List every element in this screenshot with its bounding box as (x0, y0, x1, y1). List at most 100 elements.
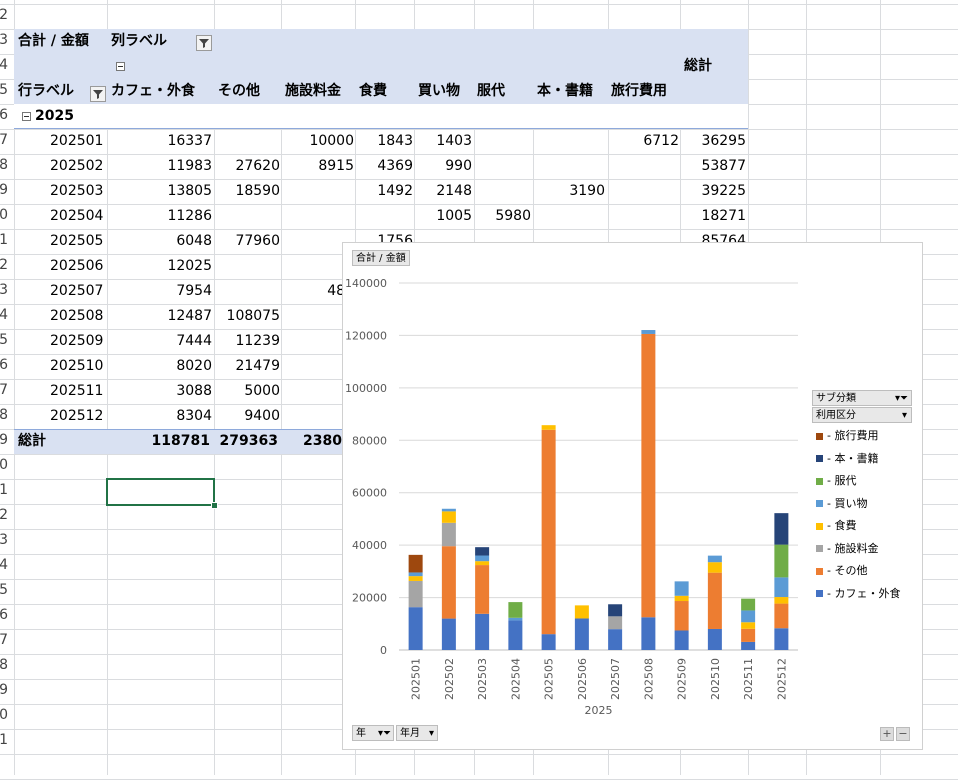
pivot-column-header[interactable]: その他 (218, 79, 260, 104)
bar-segment (774, 544, 789, 578)
bar-segment (408, 554, 423, 573)
bar-segment (508, 602, 523, 618)
bar-segment (674, 601, 689, 631)
row-number[interactable]: 4 (0, 557, 8, 573)
pivot-value-cell: 1403 (436, 133, 472, 149)
x-tick-label: 202504 (509, 658, 522, 700)
row-number[interactable]: 0 (0, 707, 8, 723)
row-number[interactable]: 7 (0, 132, 8, 148)
collapse-field-button[interactable]: − (896, 727, 910, 741)
y-tick-label: 100000 (345, 382, 387, 395)
x-tick-label: 202511 (742, 658, 755, 700)
row-number[interactable]: 6 (0, 607, 8, 623)
row-number[interactable]: 8 (0, 657, 8, 673)
pivot-sum-label[interactable]: 合計 / 金額 (18, 29, 89, 54)
pivot-column-label[interactable]: 列ラベル (111, 29, 167, 54)
row-number[interactable]: 5 (0, 582, 8, 598)
row-number[interactable]: 1 (0, 482, 8, 498)
x-tick-label: 202507 (609, 658, 622, 700)
bar-segment (641, 333, 656, 618)
legend-item[interactable]: - 旅行費用 (816, 428, 878, 444)
bar-segment (541, 634, 556, 650)
pivot-row-month: 202503 (50, 183, 104, 199)
pivot-column-header[interactable]: 買い物 (418, 79, 460, 104)
row-number[interactable]: 0 (0, 207, 8, 223)
row-number[interactable]: 9 (0, 682, 8, 698)
pivot-row-month: 202502 (50, 158, 104, 174)
legend-item[interactable]: - 食費 (816, 518, 856, 534)
x-tick-label: 202509 (676, 658, 689, 700)
pivot-column-header[interactable]: 食費 (359, 79, 387, 104)
fill-handle[interactable] (211, 502, 218, 509)
bar-segment (608, 629, 623, 650)
row-number[interactable]: 7 (0, 382, 8, 398)
row-number[interactable]: 5 (0, 82, 8, 98)
subcategory-filter-label: サブ分類 (816, 393, 856, 404)
legend-item[interactable]: - 施設料金 (816, 541, 878, 557)
row-number[interactable]: 4 (0, 57, 8, 73)
grand-total-cafe: 118781 (151, 433, 210, 449)
pivot-value-cell: 18590 (235, 183, 280, 199)
expand-field-button[interactable]: + (880, 727, 894, 741)
pivot-column-header[interactable]: 服代 (477, 79, 505, 104)
row-number[interactable]: 6 (0, 357, 8, 373)
bar-segment (541, 429, 556, 635)
filter-icon: ▾⏷ (377, 728, 391, 739)
row-number[interactable]: 8 (0, 407, 8, 423)
pivot-row-label[interactable]: 行ラベル (18, 79, 74, 104)
pivot-row-total: 39225 (701, 183, 746, 199)
chevron-down-icon: ▾ (428, 728, 434, 739)
row-number[interactable]: 2 (0, 507, 8, 523)
row-number[interactable]: 9 (0, 432, 8, 448)
pivot-column-header[interactable]: 旅行費用 (611, 79, 667, 104)
legend-item[interactable]: - カフェ・外食 (816, 586, 900, 602)
pivot-value-cell: 21479 (235, 358, 280, 374)
row-number[interactable]: 3 (0, 282, 8, 298)
legend-item[interactable]: - 本・書籍 (816, 451, 878, 467)
row-number[interactable]: 7 (0, 632, 8, 648)
pivot-row-month: 202505 (50, 233, 104, 249)
bar-segment (608, 616, 623, 630)
collapse-year-button[interactable] (22, 112, 31, 121)
filter-icon: ▾⏷ (894, 393, 908, 404)
legend-item[interactable]: - 服代 (816, 473, 856, 489)
legend-item[interactable]: - その他 (816, 563, 867, 579)
pivot-row-month: 202504 (50, 208, 104, 224)
pivot-value-cell: 11286 (167, 208, 212, 224)
bar-segment (641, 330, 656, 334)
column-filter-button[interactable] (196, 35, 212, 51)
y-tick-label: 120000 (345, 329, 387, 342)
row-number[interactable]: 4 (0, 307, 8, 323)
year-axis-filter-button[interactable]: 年 ▾⏷ (352, 725, 394, 741)
row-number[interactable]: 1 (0, 232, 8, 248)
legend-label: - 服代 (827, 474, 857, 487)
row-number[interactable]: 1 (0, 732, 8, 748)
pivot-column-header[interactable]: 本・書籍 (537, 79, 593, 104)
pivot-column-header[interactable]: 施設料金 (285, 79, 341, 104)
legend-item[interactable]: - 買い物 (816, 496, 867, 512)
row-number[interactable]: 9 (0, 182, 8, 198)
row-number[interactable]: 0 (0, 457, 8, 473)
usage-filter-button[interactable]: 利用区分 ▾ (812, 407, 912, 423)
pivot-column-header[interactable]: カフェ・外食 (111, 79, 195, 104)
row-number[interactable]: 5 (0, 332, 8, 348)
selected-cell[interactable] (106, 478, 215, 506)
year-group-label: 2025 (35, 108, 74, 124)
row-number[interactable]: 2 (0, 257, 8, 273)
bar-segment (441, 522, 456, 547)
chart-value-field-button[interactable]: 合計 / 金額 (352, 250, 410, 266)
month-axis-filter-button[interactable]: 年月 ▾ (396, 725, 438, 741)
row-filter-button[interactable] (90, 86, 106, 102)
x-tick-label: 202508 (642, 658, 655, 700)
row-number[interactable]: 8 (0, 157, 8, 173)
legend-swatch (816, 522, 823, 530)
row-number[interactable]: 2 (0, 7, 8, 23)
y-tick-label: 60000 (352, 487, 387, 500)
row-number[interactable]: 3 (0, 32, 8, 48)
legend-label: - 旅行費用 (827, 429, 879, 442)
subcategory-filter-button[interactable]: サブ分類 ▾⏷ (812, 390, 912, 406)
row-number[interactable]: 6 (0, 107, 8, 123)
bar-segment (441, 618, 456, 650)
collapse-column-button[interactable] (116, 62, 125, 71)
row-number[interactable]: 3 (0, 532, 8, 548)
